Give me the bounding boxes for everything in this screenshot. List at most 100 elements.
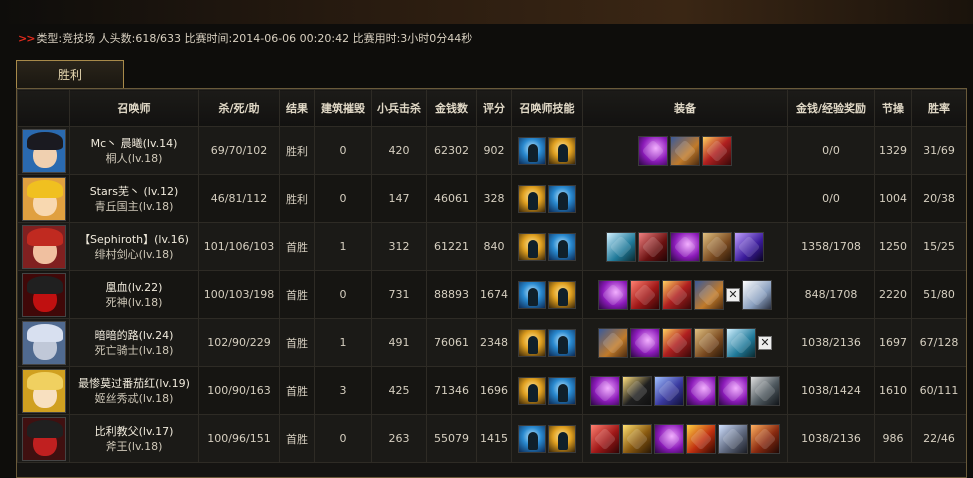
result-cell: 首胜 xyxy=(279,366,315,415)
avatar-cell xyxy=(17,222,70,271)
col-header-avatar xyxy=(17,89,70,127)
spear-item-icon[interactable] xyxy=(702,135,732,166)
spear-item-icon[interactable] xyxy=(662,279,692,310)
red-claw-item-icon[interactable] xyxy=(630,279,660,310)
purple-orb-item-icon[interactable] xyxy=(670,231,700,262)
table-row[interactable]: 比利教父(lv.17) 斧王(lv.18) 100/96/151 首胜 0 26… xyxy=(17,414,966,463)
tab-victory[interactable]: 胜利 xyxy=(16,60,124,88)
table-row[interactable]: Stars芜丶 (lv.12) 青丘国主(lv.18) 46/81/112 胜利… xyxy=(17,174,966,223)
fire-item-icon[interactable] xyxy=(686,423,716,454)
score-cell: 1696 xyxy=(476,366,512,415)
flash-icon[interactable] xyxy=(518,424,546,453)
summoner-name[interactable]: 最惨莫过番茄红(lv.19) xyxy=(70,376,198,391)
col-header-kda[interactable]: 杀/死/助 xyxy=(198,89,280,127)
armor-item-icon[interactable] xyxy=(670,135,700,166)
arrow-icon: >> xyxy=(18,32,35,45)
col-header-cs[interactable]: 小兵击杀 xyxy=(371,89,427,127)
blonde-avatar-icon[interactable] xyxy=(21,368,66,413)
summoner-name[interactable]: 比利教父(lv.17) xyxy=(70,424,198,439)
teleport-icon[interactable] xyxy=(518,376,546,405)
equipment-list: ✕ xyxy=(583,327,787,358)
teleport-icon[interactable] xyxy=(518,184,546,213)
wolf-item-icon[interactable] xyxy=(606,231,636,262)
summoner-name[interactable]: 暗暗的路(lv.24) xyxy=(70,328,198,343)
table-row[interactable]: 最惨莫过番茄红(lv.19) 姬丝秀忒(lv.18) 100/90/163 首胜… xyxy=(17,366,966,415)
summoner-skills xyxy=(512,232,582,261)
summoner-skills xyxy=(512,328,582,357)
red-claw-item-icon[interactable] xyxy=(590,423,620,454)
col-header-winrate[interactable]: 胜率 xyxy=(911,89,966,127)
sword-item-icon[interactable] xyxy=(622,375,652,406)
gold-item-icon[interactable] xyxy=(622,423,652,454)
summoner-name[interactable]: Stars芜丶 (lv.12) xyxy=(70,184,198,199)
purple-orb-item-icon[interactable] xyxy=(718,375,748,406)
empty-slot-icon: ✕ xyxy=(758,335,772,350)
teleport-icon[interactable] xyxy=(518,328,546,357)
kda-cell: 101/106/103 xyxy=(198,222,280,271)
teleport-icon[interactable] xyxy=(548,136,576,165)
purple-orb-item-icon[interactable] xyxy=(654,423,684,454)
naruto-avatar-icon[interactable] xyxy=(21,176,66,221)
dagger-item-icon[interactable] xyxy=(750,375,780,406)
table-row[interactable]: Mc丶 晨曦(lv.14) 桐人(lv.18) 69/70/102 胜利 0 4… xyxy=(17,126,966,175)
purple-orb-item-icon[interactable] xyxy=(686,375,716,406)
integrity-cell: 1610 xyxy=(874,366,912,415)
items-cell xyxy=(582,414,788,463)
col-header-score[interactable]: 评分 xyxy=(476,89,512,127)
teleport-icon[interactable] xyxy=(518,232,546,261)
table-row[interactable]: 【Sephiroth】(lv.16) 绯村剑心(lv.18) 101/106/1… xyxy=(17,222,966,271)
ring-item-icon[interactable] xyxy=(718,423,748,454)
axe-item-icon[interactable] xyxy=(702,231,732,262)
flash-icon[interactable] xyxy=(548,376,576,405)
flash-icon[interactable] xyxy=(548,232,576,261)
summoner-cell: 最惨莫过番茄红(lv.19) 姬丝秀忒(lv.18) xyxy=(69,366,199,415)
claw-item-icon[interactable] xyxy=(750,423,780,454)
cs-cell: 425 xyxy=(371,366,427,415)
purple-orb-item-icon[interactable] xyxy=(590,375,620,406)
table-row[interactable]: 凰血(lv.22) 死神(lv.18) 100/103/198 首胜 0 731… xyxy=(17,270,966,319)
purple-orb-item-icon[interactable] xyxy=(630,327,660,358)
reaper-avatar-icon[interactable] xyxy=(21,272,66,317)
table-row[interactable]: 暗暗的路(lv.24) 死亡骑士(lv.18) 102/90/229 首胜 1 … xyxy=(17,318,966,367)
winrate-cell: 31/69 xyxy=(911,126,966,175)
flash-icon[interactable] xyxy=(518,136,546,165)
col-header-items: 装备 xyxy=(582,89,788,127)
col-header-reward[interactable]: 金钱/经验奖励 xyxy=(787,89,875,127)
armor-item-icon[interactable] xyxy=(694,279,724,310)
death-knight-avatar-icon[interactable] xyxy=(21,320,66,365)
flash-icon[interactable] xyxy=(518,280,546,309)
kda-cell: 100/96/151 xyxy=(198,414,280,463)
summoner-cell: Stars芜丶 (lv.12) 青丘国主(lv.18) xyxy=(69,174,199,223)
blade-item-icon[interactable] xyxy=(734,231,764,262)
summoner-name[interactable]: 【Sephiroth】(lv.16) xyxy=(70,232,198,247)
col-header-summoner[interactable]: 召唤师 xyxy=(69,89,199,127)
axe-item-icon[interactable] xyxy=(694,327,724,358)
flash-icon[interactable] xyxy=(548,184,576,213)
cs-cell: 420 xyxy=(371,126,427,175)
integrity-cell: 1697 xyxy=(874,318,912,367)
col-header-gold[interactable]: 金钱数 xyxy=(426,89,477,127)
summoner-name[interactable]: Mc丶 晨曦(lv.14) xyxy=(70,136,198,151)
armor-item-icon[interactable] xyxy=(598,327,628,358)
summoner-name[interactable]: 凰血(lv.22) xyxy=(70,280,198,295)
avatar-cell xyxy=(17,126,70,175)
col-header-buildings[interactable]: 建筑摧毁 xyxy=(314,89,372,127)
flash-icon[interactable] xyxy=(548,328,576,357)
purple-orb-item-icon[interactable] xyxy=(638,135,668,166)
col-header-result[interactable]: 结果 xyxy=(279,89,315,127)
winrate-cell: 20/38 xyxy=(911,174,966,223)
wing-item-icon[interactable] xyxy=(742,279,772,310)
col-header-integrity[interactable]: 节操 xyxy=(874,89,912,127)
result-cell: 首胜 xyxy=(279,414,315,463)
spear-item-icon[interactable] xyxy=(662,327,692,358)
axe-king-avatar-icon[interactable] xyxy=(21,416,66,461)
gold-cell: 88893 xyxy=(426,270,477,319)
teleport-icon[interactable] xyxy=(548,280,576,309)
kirito-avatar-icon[interactable] xyxy=(21,128,66,173)
mask-item-icon[interactable] xyxy=(638,231,668,262)
teleport-icon[interactable] xyxy=(548,424,576,453)
wolf-item-icon[interactable] xyxy=(726,327,756,358)
kenshin-avatar-icon[interactable] xyxy=(21,224,66,269)
purple-orb-item-icon[interactable] xyxy=(598,279,628,310)
heart-item-icon[interactable] xyxy=(654,375,684,406)
